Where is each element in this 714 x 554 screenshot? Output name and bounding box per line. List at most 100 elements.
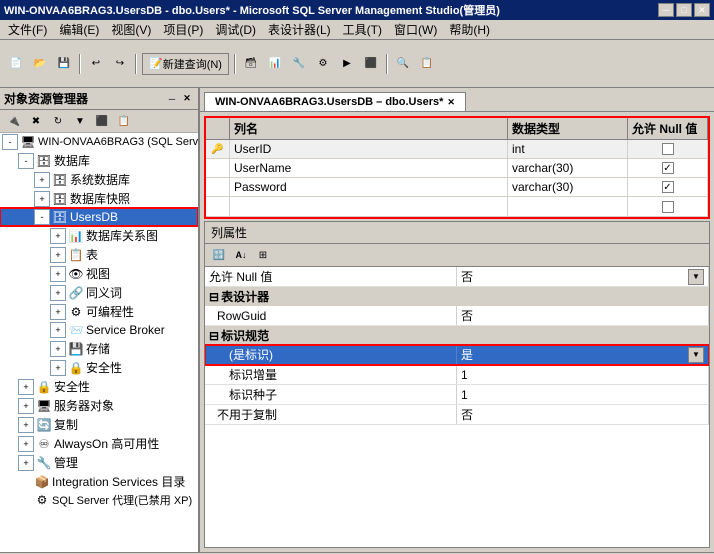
empty-nullable-checkbox[interactable] — [662, 201, 674, 213]
snapshots-expand[interactable]: + — [34, 191, 50, 207]
alwayson-expand[interactable]: + — [18, 436, 34, 452]
synonyms-expand[interactable]: + — [50, 285, 66, 301]
menu-project[interactable]: 项目(P) — [157, 19, 209, 40]
userid-type[interactable]: int — [508, 140, 628, 158]
tree-snapshots[interactable]: + 🗄 数据库快照 — [0, 189, 198, 208]
prop-sort-btn[interactable]: 🔡 — [209, 246, 229, 264]
menu-table-designer[interactable]: 表设计器(L) — [262, 19, 337, 40]
maximize-button[interactable]: □ — [676, 3, 692, 17]
toolbar-undo[interactable]: ↩ — [85, 53, 107, 75]
tree-service-broker[interactable]: + 📨 Service Broker — [0, 321, 198, 339]
tree-views[interactable]: + 👁 视图 — [0, 264, 198, 283]
toolbar-btn5[interactable]: ▶ — [336, 53, 358, 75]
tree-system-databases[interactable]: + 🗄 系统数据库 — [0, 170, 198, 189]
properties-tab-label[interactable]: 列属性 — [211, 224, 247, 241]
prop-null-value[interactable]: 否 ▼ — [457, 267, 709, 286]
collapse-identity-icon[interactable]: ⊟ — [209, 329, 219, 343]
tree-connect-btn[interactable]: 🔌 — [4, 112, 24, 130]
toolbar-open[interactable]: 📂 — [29, 53, 51, 75]
password-name[interactable]: Password — [230, 178, 508, 196]
tree-filter-btn[interactable]: ▼ — [70, 112, 90, 130]
tree-stop-btn[interactable]: ⬛ — [92, 112, 112, 130]
toolbar-btn4[interactable]: ⚙ — [312, 53, 334, 75]
menu-help[interactable]: 帮助(H) — [443, 19, 496, 40]
prop-identity-row[interactable]: (是标识) 是 ▼ — [205, 345, 709, 365]
username-name[interactable]: UserName — [230, 159, 508, 177]
replication-expand[interactable]: + — [18, 417, 34, 433]
prop-seed-value[interactable]: 1 — [457, 385, 709, 404]
grid-row-username[interactable]: UserName varchar(30) ✓ — [206, 159, 708, 178]
prop-increment-value[interactable]: 1 — [457, 365, 709, 384]
menu-view[interactable]: 视图(V) — [105, 19, 157, 40]
grid-row-empty[interactable] — [206, 197, 708, 217]
tree-synonyms[interactable]: + 🔗 同义词 — [0, 283, 198, 302]
toolbar-redo[interactable]: ↪ — [109, 53, 131, 75]
tree-new-btn[interactable]: 📋 — [114, 112, 134, 130]
toolbar-btn2[interactable]: 📊 — [264, 53, 286, 75]
prop-identity-value[interactable]: 是 ▼ — [457, 345, 709, 364]
menu-edit[interactable]: 编辑(E) — [53, 19, 105, 40]
panel-pin-button[interactable]: ─ — [165, 92, 179, 106]
grid-row-password[interactable]: Password varchar(30) ✓ — [206, 178, 708, 197]
tab-close-icon[interactable]: ✕ — [447, 97, 455, 108]
userid-nullable-checkbox[interactable] — [662, 143, 674, 155]
toolbar-btn3[interactable]: 🔧 — [288, 53, 310, 75]
identity-dropdown-arrow[interactable]: ▼ — [688, 347, 704, 363]
username-nullable-checkbox[interactable]: ✓ — [662, 162, 674, 174]
tree-usersdb[interactable]: - 🗄 UsersDB — [0, 208, 198, 226]
tables-expand[interactable]: + — [50, 247, 66, 263]
tree-root[interactable]: - 🖥 WIN-ONVAA6BRAG3 (SQL Server 11.0.2..… — [0, 133, 198, 151]
password-nullable-checkbox[interactable]: ✓ — [662, 181, 674, 193]
tree-replication[interactable]: + 🔄 复制 — [0, 415, 198, 434]
close-button[interactable]: ✕ — [694, 3, 710, 17]
tree-alwayson[interactable]: + ♾ AlwaysOn 高可用性 — [0, 434, 198, 453]
tree-management[interactable]: + 🔧 管理 — [0, 453, 198, 472]
security-db-expand[interactable]: + — [50, 360, 66, 376]
toolbar-save[interactable]: 💾 — [53, 53, 75, 75]
minimize-button[interactable]: ─ — [658, 3, 674, 17]
root-expand[interactable]: - — [2, 134, 18, 150]
username-type[interactable]: varchar(30) — [508, 159, 628, 177]
prop-no-replication-value[interactable]: 否 — [457, 405, 709, 424]
mgmt-expand[interactable]: + — [18, 455, 34, 471]
menu-file[interactable]: 文件(F) — [2, 19, 53, 40]
usersdb-expand[interactable]: - — [34, 209, 50, 225]
tree-integration-services[interactable]: 📦 Integration Services 目录 — [0, 472, 198, 491]
broker-expand[interactable]: + — [50, 322, 66, 338]
menu-window[interactable]: 窗口(W) — [388, 19, 443, 40]
tree-storage[interactable]: + 💾 存储 — [0, 339, 198, 358]
server-obj-expand[interactable]: + — [18, 398, 34, 414]
password-nullable[interactable]: ✓ — [628, 178, 708, 196]
tree-programmability[interactable]: + ⚙ 可编程性 — [0, 302, 198, 321]
userid-name[interactable]: UserID — [230, 140, 508, 158]
tree-server-objects[interactable]: + 🖥 服务器对象 — [0, 396, 198, 415]
tree-databases[interactable]: - 🗄 数据库 — [0, 151, 198, 170]
tree-disconnect-btn[interactable]: ✖ — [26, 112, 46, 130]
table-designer-tab[interactable]: WIN-ONVAA6BRAG3.UsersDB – dbo.Users* ✕ — [204, 92, 466, 111]
toolbar-new-file[interactable]: 📄 — [5, 53, 27, 75]
sys-db-expand[interactable]: + — [34, 172, 50, 188]
prop-rowguid-value[interactable]: 否 — [457, 306, 709, 325]
panel-close-button[interactable]: ✕ — [180, 92, 194, 106]
prop-expand-btn[interactable]: ⊞ — [253, 246, 273, 264]
tree-container[interactable]: - 🖥 WIN-ONVAA6BRAG3 (SQL Server 11.0.2..… — [0, 133, 198, 552]
tree-security-top[interactable]: + 🔒 安全性 — [0, 377, 198, 396]
password-type[interactable]: varchar(30) — [508, 178, 628, 196]
username-nullable[interactable]: ✓ — [628, 159, 708, 177]
empty-name[interactable] — [230, 197, 508, 216]
userid-nullable[interactable] — [628, 140, 708, 158]
prop-az-btn[interactable]: A↓ — [231, 246, 251, 264]
tree-tables[interactable]: + 📋 表 — [0, 245, 198, 264]
tree-diagrams[interactable]: + 📊 数据库关系图 — [0, 226, 198, 245]
menu-tools[interactable]: 工具(T) — [337, 19, 388, 40]
toolbar-btn1[interactable]: 🗃 — [240, 53, 262, 75]
tree-refresh-btn[interactable]: ↻ — [48, 112, 68, 130]
diagrams-expand[interactable]: + — [50, 228, 66, 244]
views-expand[interactable]: + — [50, 266, 66, 282]
databases-expand[interactable]: - — [18, 153, 34, 169]
collapse-table-designer-icon[interactable]: ⊟ — [209, 290, 219, 304]
empty-type[interactable] — [508, 197, 628, 216]
security-top-expand[interactable]: + — [18, 379, 34, 395]
new-query-button[interactable]: 📝 新建查询(N) — [142, 53, 229, 75]
grid-row-userid[interactable]: 🔑 UserID int — [206, 140, 708, 159]
